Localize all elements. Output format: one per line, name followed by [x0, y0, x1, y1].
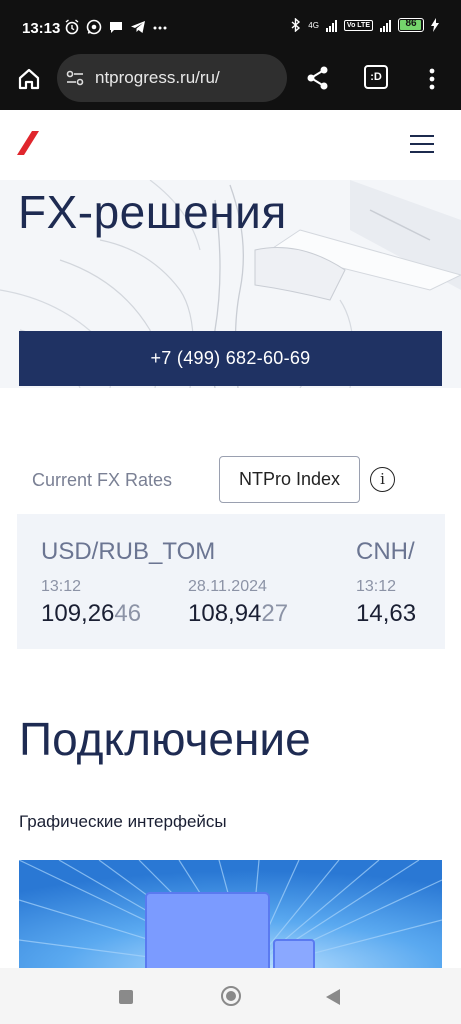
signal-icon — [325, 19, 337, 32]
hamburger-menu-button[interactable] — [410, 135, 434, 155]
volte-badge: Vo LTE — [343, 19, 373, 31]
currency-pair: CNH/ — [356, 538, 415, 565]
network-type-label: 4G — [308, 20, 319, 30]
system-indicators: 4G Vo LTE 86 — [291, 18, 439, 32]
hero-section: FX-решения +7 (499) 682-60-69 — [0, 180, 461, 388]
ask-value-tail: 27 — [261, 600, 289, 627]
browser-toolbar: ntprogress.ru/ru/ :D — [0, 50, 461, 110]
whatsapp-icon — [86, 19, 102, 35]
battery-icon: 86 — [398, 18, 424, 32]
fx-rates-ticker: USD/RUB_TOM 13:12 109,2646 28.11.2024 10… — [17, 514, 445, 649]
status-bar: 13:13 4G Vo LTE 86 — [0, 0, 461, 50]
share-button[interactable] — [303, 63, 333, 93]
back-button[interactable] — [326, 989, 340, 1005]
signal-icon-2 — [380, 19, 391, 32]
telegram-icon — [131, 21, 145, 33]
bid-time: 13:12 — [356, 578, 397, 595]
more-icon — [153, 26, 167, 30]
ask-value: 108,9427 — [188, 600, 288, 628]
tab-ntpro-index[interactable]: NTPro Index — [219, 456, 360, 503]
bluetooth-icon — [291, 18, 301, 32]
menu-line — [410, 135, 434, 137]
home-nav-button[interactable] — [221, 986, 241, 1006]
menu-line — [410, 143, 434, 145]
promo-image — [19, 860, 442, 970]
bid-value-main: 14,63 — [356, 600, 417, 627]
bid-value-main: 109,26 — [41, 600, 115, 627]
bid-value: 109,2646 — [41, 600, 141, 628]
more-vert-icon — [429, 68, 435, 90]
notification-icons — [64, 19, 168, 35]
share-icon — [307, 66, 328, 90]
battery-level: 86 — [405, 18, 417, 29]
chat-icon — [110, 22, 122, 33]
address-bar[interactable]: ntprogress.ru/ru/ — [57, 54, 287, 102]
promo-illustration — [19, 860, 442, 970]
bid-time: 13:12 — [41, 578, 82, 595]
info-icon[interactable]: i — [370, 467, 395, 492]
site-settings-icon[interactable] — [65, 68, 85, 88]
section-subtitle: Графические интерфейсы — [19, 812, 227, 831]
url-text[interactable]: ntprogress.ru/ru/ — [95, 68, 220, 88]
tabs-button[interactable]: :D — [364, 65, 388, 89]
ask-date: 28.11.2024 — [188, 578, 267, 595]
section-title: Подключение — [19, 713, 311, 765]
currency-pair: USD/RUB_TOM — [41, 538, 216, 565]
status-time: 13:13 — [22, 20, 61, 37]
system-nav-bar — [0, 968, 461, 1024]
company-logo[interactable] — [16, 130, 40, 156]
ask-value-main: 108,94 — [188, 600, 262, 627]
phone-button[interactable]: +7 (499) 682-60-69 — [19, 331, 442, 386]
charging-icon — [431, 18, 439, 32]
home-icon — [18, 68, 40, 90]
home-button[interactable] — [14, 64, 44, 94]
tab-current-fx-rates[interactable]: Current FX Rates — [32, 470, 172, 491]
site-header — [0, 110, 461, 180]
browser-menu-button[interactable] — [422, 64, 442, 94]
menu-line — [410, 151, 434, 153]
bid-value-tail: 46 — [114, 600, 142, 627]
hero-title: FX-решения — [18, 186, 287, 238]
bid-value: 14,63 — [356, 600, 416, 628]
alarm-icon — [65, 19, 79, 35]
recent-apps-button[interactable] — [119, 990, 133, 1004]
